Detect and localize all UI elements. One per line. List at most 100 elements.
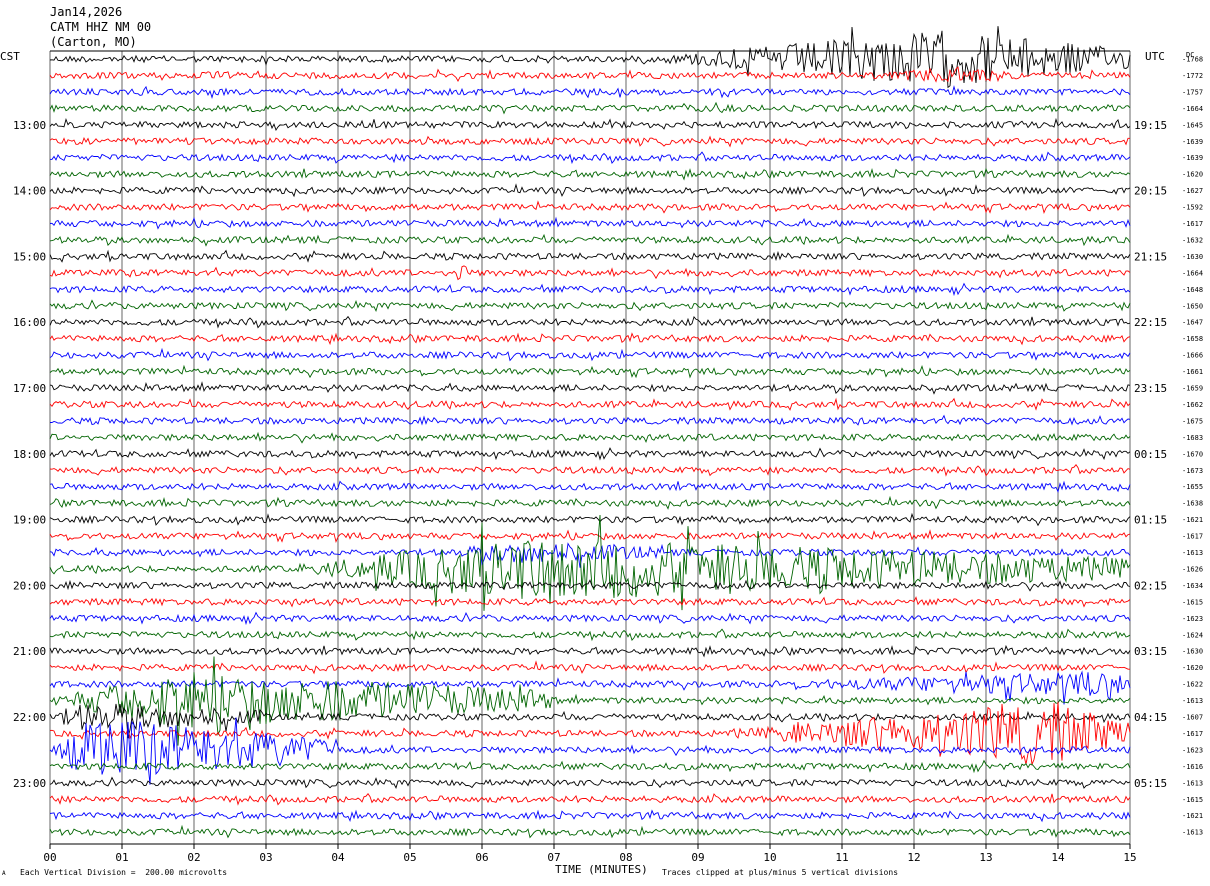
- x-tick-label: 10: [763, 851, 776, 864]
- dc-offset-label: -1675: [1182, 417, 1203, 425]
- dc-offset-label: -1620: [1182, 171, 1203, 179]
- trace-line: [49, 216, 1131, 230]
- x-tick-label: 01: [115, 851, 128, 864]
- dc-offset-label: -1683: [1182, 434, 1203, 442]
- dc-offset-label: -1607: [1182, 714, 1203, 722]
- dc-offset-label: -1626: [1182, 565, 1203, 573]
- dc-offset-label: -1613: [1182, 697, 1203, 705]
- trace-line: [49, 495, 1131, 510]
- x-tick-label: 02: [187, 851, 200, 864]
- x-tick-label: 13: [979, 851, 992, 864]
- cst-hour-label: 20:00: [13, 579, 46, 592]
- x-tick-label: 04: [331, 851, 345, 864]
- dc-offset-label: -1638: [1182, 500, 1203, 508]
- trace-line: [49, 26, 1131, 89]
- dc-offset-label: -1650: [1182, 302, 1203, 310]
- helicorder-plot: 00 01 02 03 04 05 06 07 08 09 10 11 12 13 14 15-1768-17…: [0, 26, 1203, 876]
- trace-line: [49, 514, 1131, 611]
- cst-hour-label: 21:00: [13, 645, 46, 658]
- dc-offset-label: -1659: [1182, 385, 1203, 393]
- x-tick-label: 03: [259, 851, 272, 864]
- clip-note: Traces clipped at plus/minus 5 vertical …: [662, 868, 899, 877]
- dc-offset-label: -1613: [1182, 779, 1203, 787]
- trace-line: [49, 381, 1131, 395]
- utc-hour-label: 02:15: [1134, 579, 1167, 592]
- trace-line: [49, 151, 1131, 165]
- dc-offset-label: -1662: [1182, 401, 1203, 409]
- dc-offset-label: -1624: [1182, 631, 1203, 639]
- trace-line: [49, 200, 1131, 214]
- trace-line: [49, 628, 1131, 642]
- dc-offset-label: -1632: [1182, 236, 1203, 244]
- trace-line: [49, 611, 1131, 626]
- trace-line: [49, 824, 1131, 839]
- trace-line: [49, 660, 1130, 675]
- trace-line: [49, 579, 1131, 592]
- dc-axis-title: DC: [1186, 51, 1194, 59]
- trace-line: [49, 135, 1130, 148]
- dc-offset-label: -1772: [1182, 72, 1203, 80]
- x-tick-label: 06: [475, 851, 488, 864]
- trace-line: [49, 364, 1131, 379]
- seismic-traces: [49, 26, 1131, 839]
- x-tick-label: 09: [691, 851, 704, 864]
- corner-mark: A: [2, 870, 6, 877]
- x-tick-label: 00: [43, 851, 56, 864]
- dc-offset-label: -1757: [1182, 88, 1203, 96]
- dc-offset-label: -1623: [1182, 746, 1203, 754]
- x-tick-label: 15: [1123, 851, 1136, 864]
- dc-offset-label: -1627: [1182, 187, 1203, 195]
- dc-offset-label: -1647: [1182, 319, 1203, 327]
- cst-hour-label: 18:00: [13, 448, 46, 461]
- header-station: CATM HHZ NM 00: [50, 20, 152, 34]
- dc-offset-label: -1639: [1182, 154, 1203, 162]
- dc-offset-label: -1661: [1182, 368, 1203, 376]
- dc-offset-label: -1664: [1182, 269, 1203, 277]
- trace-line: [49, 644, 1131, 658]
- dc-offset-label: -1658: [1182, 335, 1203, 343]
- trace-line: [49, 249, 1131, 263]
- trace-line: [49, 463, 1131, 477]
- x-tick-label: 14: [1051, 851, 1065, 864]
- trace-line: [49, 701, 1131, 767]
- dc-offset-label: -1615: [1182, 796, 1203, 804]
- trace-line: [49, 347, 1131, 362]
- dc-offset-label: -1639: [1182, 138, 1203, 146]
- trace-line: [49, 282, 1131, 297]
- trace-line: [49, 85, 1131, 99]
- utc-hour-label: 23:15: [1134, 382, 1167, 395]
- dc-offset-label: -1648: [1182, 286, 1203, 294]
- x-tick-label: 11: [835, 851, 848, 864]
- trace-line: [49, 299, 1131, 313]
- trace-line: [49, 480, 1131, 494]
- utc-axis-title: UTC: [1145, 50, 1165, 63]
- cst-hour-label: 23:00: [13, 777, 46, 790]
- trace-line: [49, 167, 1131, 181]
- utc-hour-label: 05:15: [1134, 777, 1167, 790]
- trace-line: [49, 512, 1131, 527]
- dc-offset-label: -1634: [1182, 582, 1203, 590]
- dc-offset-label: -1630: [1182, 253, 1203, 261]
- dc-offset-label: -1664: [1182, 105, 1203, 113]
- dc-offset-label: -1615: [1182, 598, 1203, 606]
- dc-offset-label: -1622: [1182, 681, 1203, 689]
- dc-offset-label: -1645: [1182, 121, 1203, 129]
- dc-offset-label: -1673: [1182, 467, 1203, 475]
- trace-line: [49, 101, 1131, 115]
- dc-offset-label: -1655: [1182, 483, 1203, 491]
- utc-hour-label: 01:15: [1134, 514, 1167, 527]
- utc-hour-label: 20:15: [1134, 185, 1167, 198]
- x-tick-label: 12: [907, 851, 920, 864]
- trace-line: [49, 117, 1131, 132]
- dc-offset-label: -1613: [1182, 549, 1203, 557]
- trace-line: [49, 332, 1131, 346]
- dc-offset-label: -1621: [1182, 516, 1203, 524]
- dc-offset-label: -1616: [1182, 763, 1203, 771]
- trace-line: [49, 315, 1131, 329]
- dc-offset-label: -1670: [1182, 450, 1203, 458]
- trace-line: [49, 397, 1131, 411]
- header-location: (Carton, MO): [50, 35, 137, 49]
- utc-hour-label: 22:15: [1134, 316, 1167, 329]
- grid-lines: [49, 51, 1131, 849]
- cst-hour-label: 16:00: [13, 316, 46, 329]
